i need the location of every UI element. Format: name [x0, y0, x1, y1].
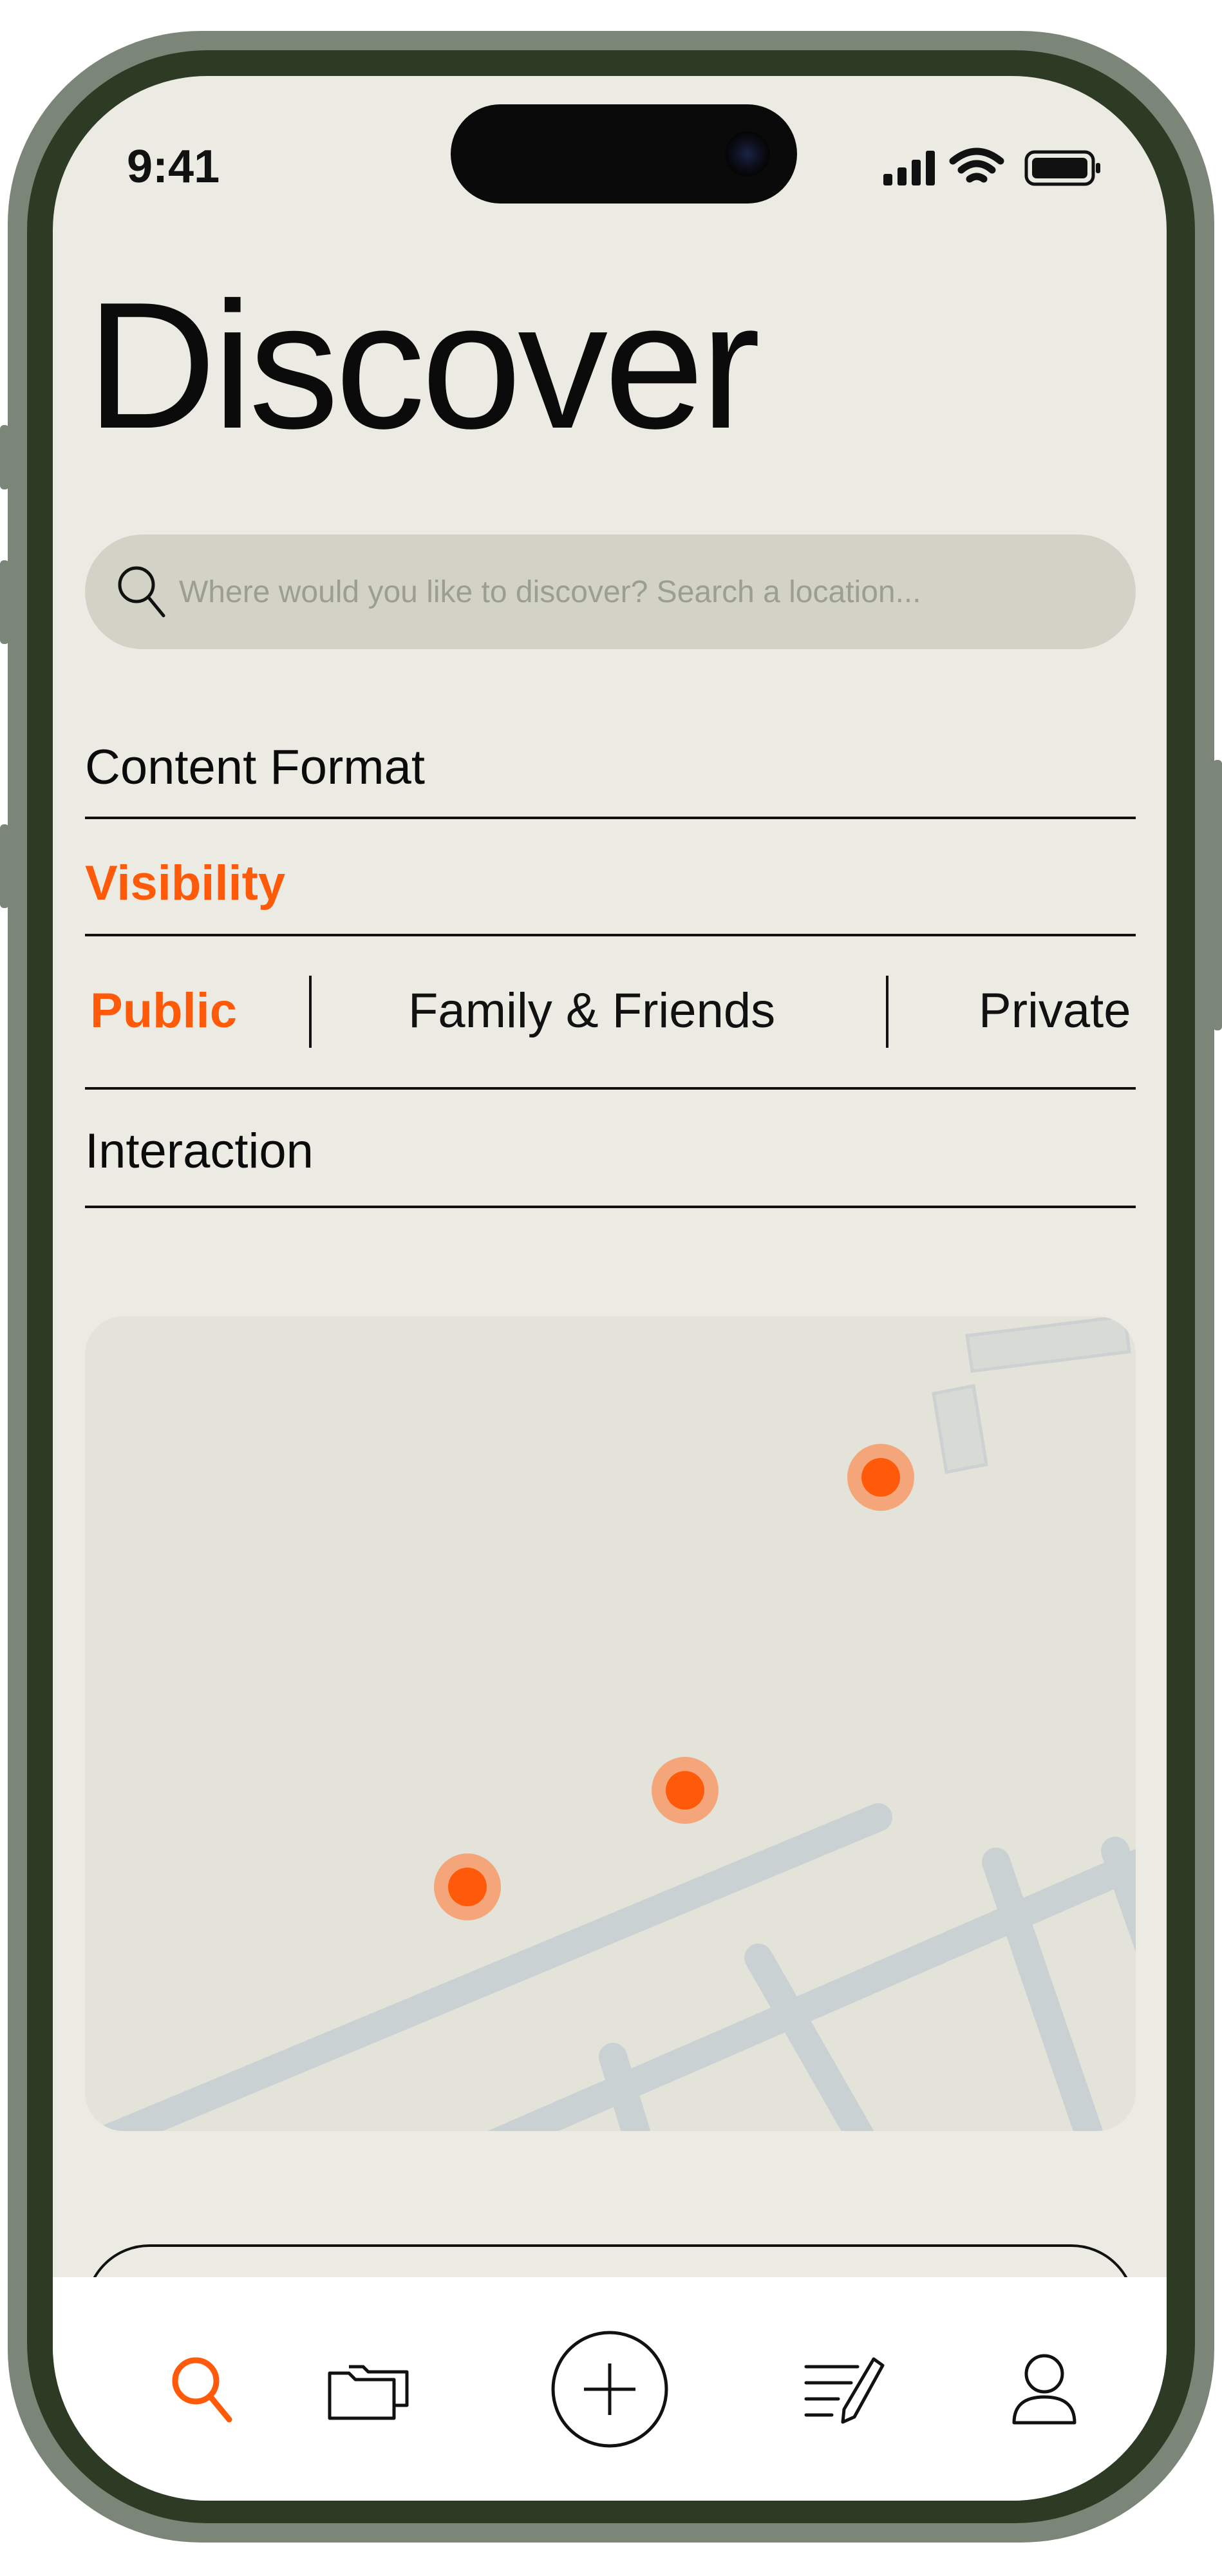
tab-search[interactable]	[149, 2277, 252, 2501]
segment-divider	[309, 976, 312, 1048]
side-button-left-3	[0, 824, 9, 908]
filter-visibility[interactable]: Visibility	[85, 855, 285, 911]
app-screen: 9:41 Discover Where would you like to di…	[53, 76, 1167, 2501]
map-pin[interactable]	[434, 1853, 501, 1920]
camera-icon	[725, 131, 770, 176]
segment-divider	[886, 976, 888, 1048]
wifi-icon	[949, 147, 1004, 183]
map-buildings	[932, 1316, 1131, 1474]
divider	[85, 817, 1136, 819]
tab-add[interactable]	[542, 2277, 677, 2501]
dynamic-island	[451, 104, 797, 204]
filter-interaction[interactable]: Interaction	[85, 1123, 314, 1179]
side-button-left-1	[0, 425, 9, 489]
map-roads	[89, 1803, 1136, 2131]
divider	[85, 1206, 1136, 1208]
status-time: 9:41	[127, 141, 220, 193]
search-icon	[118, 566, 165, 618]
side-button-left-2	[0, 560, 9, 644]
filter-content-format[interactable]: Content Format	[85, 739, 425, 795]
map-pin[interactable]	[652, 1757, 719, 1824]
map-canvas	[89, 1316, 1136, 2131]
user-icon	[1012, 2354, 1076, 2424]
tab-profile[interactable]	[993, 2277, 1096, 2501]
visibility-option-private[interactable]: Private	[979, 983, 1131, 1039]
folders-icon	[328, 2365, 409, 2420]
battery-icon	[1024, 150, 1100, 186]
divider	[85, 1087, 1136, 1090]
edit-list-icon	[804, 2357, 885, 2423]
tab-bar	[53, 2277, 1167, 2501]
map-pin[interactable]	[847, 1444, 914, 1511]
search-input[interactable]: Where would you like to discover? Search…	[85, 535, 1136, 649]
visibility-option-public[interactable]: Public	[90, 983, 237, 1039]
visibility-option-family-friends[interactable]: Family & Friends	[408, 983, 775, 1039]
plus-circle-icon	[551, 2331, 668, 2447]
map-view[interactable]	[85, 1316, 1136, 2131]
divider	[85, 934, 1136, 936]
page-title: Discover	[86, 265, 760, 466]
search-placeholder: Where would you like to discover? Search…	[179, 575, 921, 609]
status-icons	[883, 146, 1102, 194]
side-button-right	[1213, 760, 1222, 1030]
tab-folders[interactable]	[310, 2277, 426, 2501]
search-icon	[172, 2357, 232, 2422]
cellular-signal-icon	[883, 151, 935, 185]
tab-notes[interactable]	[787, 2277, 903, 2501]
